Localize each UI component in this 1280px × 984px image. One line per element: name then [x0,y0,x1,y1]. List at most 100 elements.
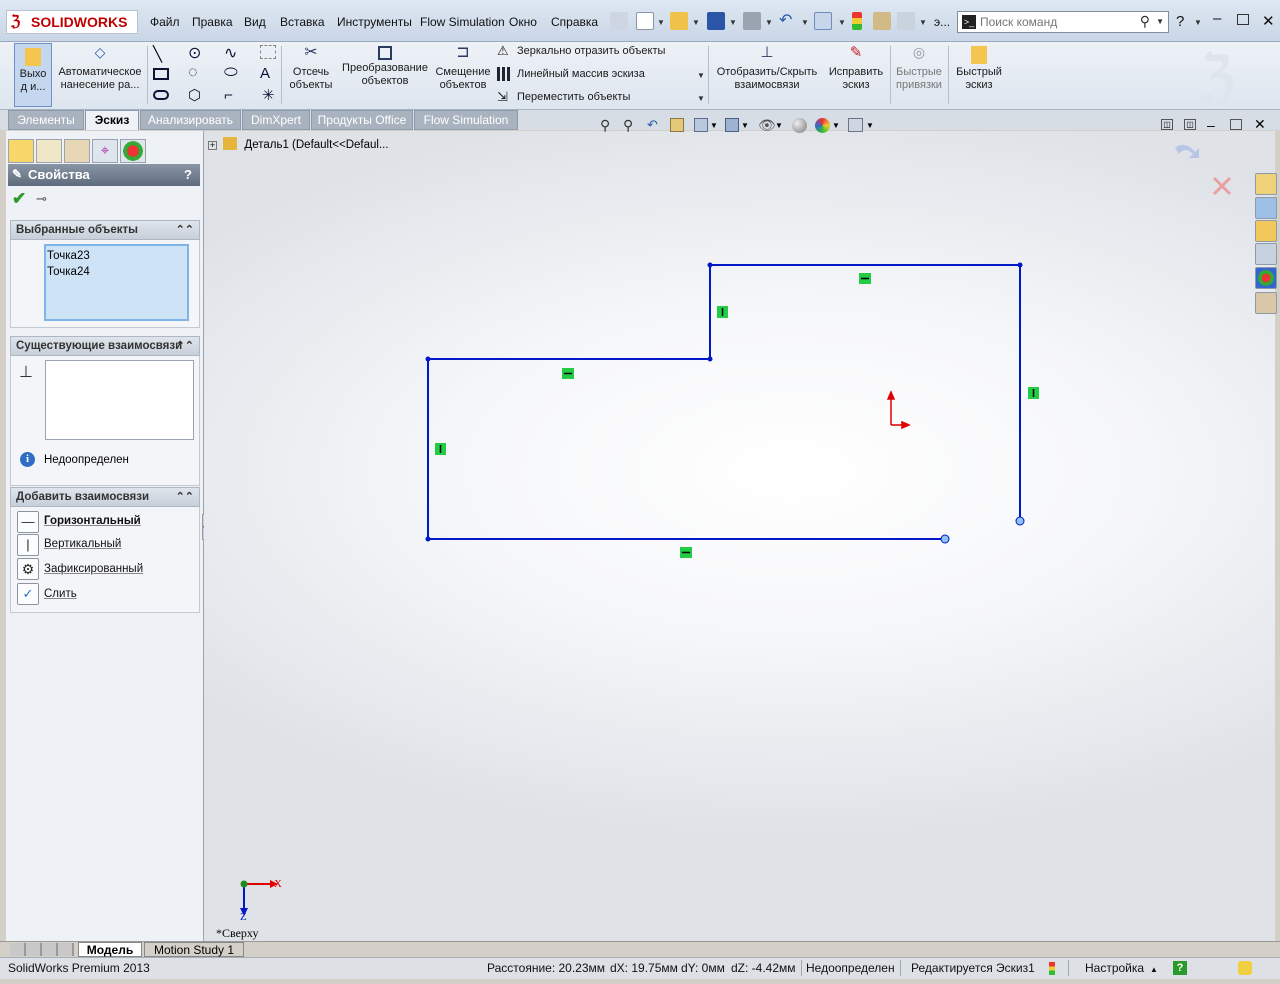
view-orientation-dropdown-icon[interactable]: ▼ [710,121,718,130]
split-viewport-icon[interactable]: ◫ [1184,119,1196,130]
hide-show-dropdown-icon[interactable]: ▼ [775,121,783,130]
construction-icon[interactable] [260,45,276,59]
menu-view[interactable]: Вид [244,15,266,29]
section-view-icon[interactable] [670,118,684,132]
expand-icon[interactable]: + [208,141,217,150]
dimxpert-manager-tab-icon[interactable]: ⌖ [92,139,118,163]
options-icon[interactable] [897,12,915,30]
close-icon[interactable]: ✕ [1262,12,1275,30]
search-dropdown-icon[interactable]: ▼ [1156,17,1164,26]
selected-entities-header[interactable]: Выбранные объекты ⌃⌃ [10,220,200,240]
merge-relation-icon[interactable]: ✓ [17,583,39,605]
new-dropdown-icon[interactable]: ▼ [657,18,665,27]
list-item[interactable]: Точка24 [47,266,90,278]
view-palette-icon[interactable] [1255,243,1277,265]
arc-icon[interactable]: ◌ [188,64,198,82]
quick-snaps-button[interactable]: ◎ Быстрые привязки [893,42,945,108]
graphics-area[interactable]: + Деталь1 (Default<<Defaul... ⚲ [204,131,1275,941]
search-input[interactable] [980,14,1130,30]
menu-edit[interactable]: Правка [192,15,233,29]
display-manager-tab-icon[interactable] [120,139,146,163]
fixed-relation-icon[interactable]: ⚙ [17,558,39,580]
units-settings[interactable]: Настройка [1085,961,1144,975]
design-library-icon[interactable] [1255,197,1277,219]
polygon-icon[interactable]: ⬡ [188,86,201,104]
selected-entities-list[interactable]: Точка23 Точка24 [44,244,189,321]
tab-scroll-arrows-icon[interactable] [10,943,74,956]
auto-dimension-button[interactable]: ◇ Автоматическое нанесение ра... [56,42,144,108]
spline-icon[interactable]: ∿ [224,43,237,63]
print-dropdown-icon[interactable]: ▼ [765,18,773,27]
settings-dropdown-icon[interactable]: ▲ [1150,965,1158,974]
tab-office-products[interactable]: Продукты Office [311,110,413,130]
line-icon[interactable]: ╲ [153,45,162,63]
horizontal-relation-label[interactable]: Горизонтальный [44,515,141,527]
add-relations-header[interactable]: Добавить взаимосвязи ⌃⌃ [10,487,200,507]
rebuild-icon[interactable] [852,12,862,30]
pattern-dropdown-icon[interactable]: ▼ [697,71,705,80]
view-orientation-icon[interactable] [694,118,708,132]
quick-tips-icon[interactable]: ? [1173,961,1187,975]
file-explorer-icon[interactable] [1255,220,1277,242]
move-entities-button[interactable]: ⇲ Переместить объекты [497,90,630,104]
trim-button[interactable]: ✂ Отсечь объекты [284,42,338,108]
point-icon[interactable]: ✳ [262,86,275,104]
menu-file[interactable]: Файл [150,15,180,29]
text-icon[interactable]: A [260,65,270,82]
mirror-button[interactable]: ⚠ Зеркально отразить объекты [497,44,665,58]
toolbar-overflow[interactable]: э... [934,15,950,29]
zoom-to-fit-icon[interactable]: ⚲ [600,117,610,134]
push-pin-icon[interactable]: ⊸ [36,191,47,207]
existing-relations-list[interactable] [45,360,194,440]
menu-insert[interactable]: Вставка [280,15,325,29]
property-manager-tab-icon[interactable] [36,139,62,163]
convert-entities-button[interactable]: Преобразование объектов [340,42,430,108]
save-icon[interactable] [707,12,725,30]
tab-flow-simulation[interactable]: Flow Simulation [414,110,518,130]
collapse-chevron-icon[interactable]: ⌃⌃ [176,221,194,239]
merge-relation-label[interactable]: Слить [44,588,77,600]
search-icon[interactable]: ⚲ [1140,13,1150,30]
repair-sketch-button[interactable]: ✎ Исправить эскиз [826,42,886,108]
solidworks-logo[interactable]: ℨ SOLIDWORKS [6,10,138,34]
display-style-dropdown-icon[interactable]: ▼ [741,121,749,130]
save-dropdown-icon[interactable]: ▼ [729,18,737,27]
exit-sketch-button[interactable]: Выхо д и... [14,43,52,107]
horizontal-relation-icon[interactable]: — [17,511,39,533]
tab-features[interactable]: Элементы [8,110,84,130]
tab-model[interactable]: Модель [78,942,142,957]
tag-icon[interactable] [1238,961,1252,975]
ok-check-icon[interactable]: ✔ [12,189,26,209]
undo-icon[interactable]: ↶ [779,12,797,30]
list-item[interactable]: Точка23 [47,250,90,262]
rectangle-icon[interactable] [153,68,169,80]
previous-view-icon[interactable]: ↶ [647,117,658,133]
scene-dropdown-icon[interactable]: ▼ [832,121,840,130]
show-hide-relations-button[interactable]: ⊥ Отобразить/Скрыть взаимосвязи [712,42,822,108]
doc-close-icon[interactable]: ✕ [1254,116,1266,133]
pin-icon[interactable] [610,12,628,30]
help-dropdown-icon[interactable]: ▼ [1194,18,1202,27]
slot-icon[interactable] [153,90,169,100]
open-dropdown-icon[interactable]: ▼ [692,18,700,27]
print-icon[interactable] [743,12,761,30]
ellipse-icon[interactable]: ⬭ [224,64,238,82]
menu-window[interactable]: Окно [509,15,537,29]
options-dropdown-icon[interactable]: ▼ [919,18,927,27]
tab-sketch[interactable]: Эскиз [85,110,139,130]
feature-tree-root[interactable]: + Деталь1 (Default<<Defaul... [208,137,389,151]
command-search[interactable]: >_ ⚲ ▼ [957,11,1169,33]
file-properties-icon[interactable] [873,12,891,30]
collapse-chevron-icon[interactable]: ⌃⌃ [176,337,194,355]
minimize-icon[interactable]: – [1213,10,1221,27]
configuration-manager-tab-icon[interactable] [64,139,90,163]
custom-properties-icon[interactable] [1255,292,1277,314]
select-dropdown-icon[interactable]: ▼ [838,18,846,27]
edit-appearance-icon[interactable] [792,118,807,133]
hide-show-items-icon[interactable]: 👁 [758,117,776,134]
feature-manager-tab-icon[interactable] [8,139,34,163]
circle-icon[interactable]: ⊙ [188,43,201,63]
doc-restore-icon[interactable] [1230,119,1242,130]
fixed-relation-label[interactable]: Зафиксированный [44,563,143,575]
new-document-icon[interactable] [636,12,654,30]
